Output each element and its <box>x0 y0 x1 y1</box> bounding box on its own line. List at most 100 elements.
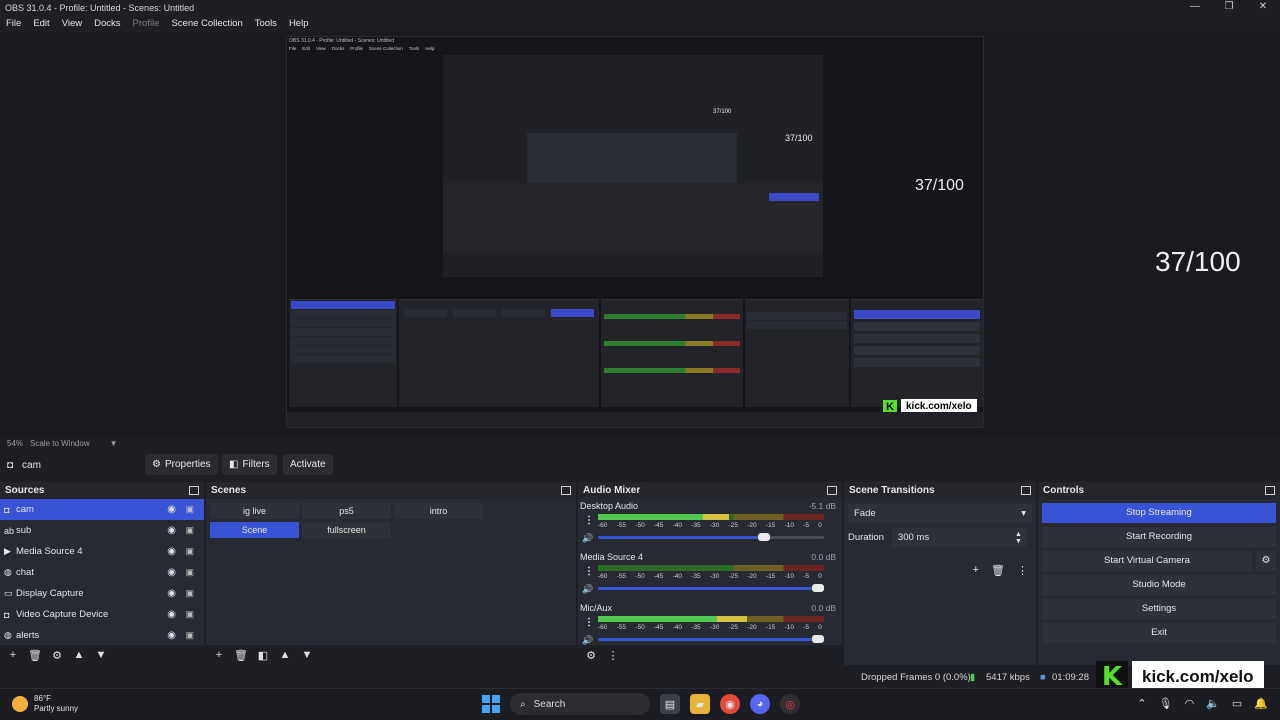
battery-icon[interactable]: ▭ <box>1232 697 1242 710</box>
source-row-alerts[interactable]: ◍ alerts ◉ ▣ <box>0 625 204 646</box>
eye-icon[interactable]: ◉ <box>167 630 176 641</box>
scene-button-fullscreen[interactable]: fullscreen <box>302 522 391 538</box>
filters-button[interactable]: ◧ Filters <box>222 454 277 475</box>
menu-scene-collection[interactable]: Scene Collection <box>165 18 248 29</box>
start-recording-button[interactable]: Start Recording <box>1042 527 1276 547</box>
microphone-icon[interactable]: 🎙 <box>1159 697 1173 710</box>
slider-knob[interactable] <box>812 584 824 592</box>
kebab-menu-icon[interactable]: ⋮ <box>1017 564 1028 577</box>
filter-icon[interactable]: ◧ <box>254 649 272 662</box>
settings-button[interactable]: Settings <box>1042 599 1276 619</box>
wifi-icon[interactable]: ◠ <box>1185 697 1195 710</box>
float-dock-icon[interactable] <box>1021 486 1031 495</box>
source-row-sub[interactable]: ab sub ◉ ▣ <box>0 520 204 541</box>
slider-knob[interactable] <box>812 635 824 643</box>
properties-button[interactable]: ⚙ Properties <box>145 454 218 475</box>
meter-bar <box>598 514 824 520</box>
gear-icon[interactable]: ⚙ <box>582 649 600 662</box>
lock-icon[interactable]: ▣ <box>185 630 194 641</box>
chevron-down-icon[interactable]: ▼ <box>110 439 118 448</box>
float-dock-icon[interactable] <box>189 486 199 495</box>
kebab-menu-icon[interactable]: ⋮ <box>584 617 594 628</box>
add-icon[interactable]: + <box>4 649 22 661</box>
eye-icon[interactable]: ◉ <box>167 588 176 599</box>
weather-widget[interactable]: 86°F Partly sunny <box>12 694 78 714</box>
kebab-menu-icon[interactable]: ⋮ <box>584 566 594 577</box>
scale-mode-dropdown[interactable]: Scale to Window <box>30 439 90 448</box>
add-icon[interactable]: + <box>973 564 979 577</box>
gear-icon[interactable]: ⚙ <box>48 649 66 662</box>
source-row-media-source-4[interactable]: ▶ Media Source 4 ◉ ▣ <box>0 541 204 562</box>
float-dock-icon[interactable] <box>1265 486 1275 495</box>
arrow-down-icon[interactable]: ▼ <box>298 649 316 661</box>
transition-select[interactable]: Fade ▾ <box>848 504 1032 523</box>
eye-icon[interactable]: ◉ <box>167 546 176 557</box>
lock-icon[interactable]: ▣ <box>185 546 194 557</box>
source-row-chat[interactable]: ◍ chat ◉ ▣ <box>0 562 204 583</box>
menu-file[interactable]: File <box>0 18 27 29</box>
exit-button[interactable]: Exit <box>1042 623 1276 643</box>
volume-slider[interactable] <box>598 635 824 643</box>
windows-start-icon[interactable] <box>482 695 500 713</box>
speaker-icon[interactable]: 🔊 <box>582 584 593 595</box>
volume-slider[interactable] <box>598 533 824 541</box>
eye-icon[interactable]: ◉ <box>167 525 176 536</box>
eye-icon[interactable]: ◉ <box>167 567 176 578</box>
taskbar-search[interactable]: ⌕ Search <box>510 693 650 715</box>
source-row-video-capture-device[interactable]: ◘ Video Capture Device ◉ ▣ <box>0 604 204 625</box>
volume-slider[interactable] <box>598 584 824 592</box>
menu-tools[interactable]: Tools <box>249 18 283 29</box>
studio-mode-button[interactable]: Studio Mode <box>1042 575 1276 595</box>
chevron-up-icon[interactable]: ⌃ <box>1137 697 1146 710</box>
notification-bell-icon[interactable]: 🔔 <box>1254 697 1268 710</box>
scene-button-ig-live[interactable]: ig live <box>210 503 299 519</box>
minimize-icon[interactable]: — <box>1178 0 1212 14</box>
gear-icon[interactable]: ⚙ <box>1256 551 1276 571</box>
add-icon[interactable]: + <box>210 649 228 661</box>
discord-icon[interactable]: ◕ <box>750 694 770 714</box>
stop-streaming-button[interactable]: Stop Streaming <box>1042 503 1276 523</box>
menu-view[interactable]: View <box>56 18 88 29</box>
folder-icon[interactable]: ▰ <box>690 694 710 714</box>
chrome-icon[interactable]: ◉ <box>720 694 740 714</box>
kebab-menu-icon[interactable]: ⋮ <box>584 515 594 526</box>
menu-help[interactable]: Help <box>283 18 315 29</box>
eye-icon[interactable]: ◉ <box>167 504 176 515</box>
stepper-icon[interactable]: ▲ ▼ <box>1015 531 1022 545</box>
lock-icon[interactable]: ▣ <box>185 504 194 515</box>
eye-icon[interactable]: ◉ <box>167 609 176 620</box>
menu-profile[interactable]: Profile <box>127 18 166 29</box>
scene-button-scene[interactable]: Scene <box>210 522 299 538</box>
preview-canvas[interactable]: OBS 31.0.4 - Profile: Untitled - Scenes:… <box>286 36 984 428</box>
obs-icon[interactable]: ◎ <box>780 694 800 714</box>
activate-button[interactable]: Activate <box>283 454 333 475</box>
lock-icon[interactable]: ▣ <box>185 588 194 599</box>
trash-icon[interactable]: 🗑 <box>232 649 250 662</box>
menu-docks[interactable]: Docks <box>88 18 126 29</box>
volume-icon[interactable]: 🔈 <box>1206 697 1220 710</box>
float-dock-icon[interactable] <box>561 486 571 495</box>
menu-edit[interactable]: Edit <box>27 18 55 29</box>
scene-button-ps5[interactable]: ps5 <box>302 503 391 519</box>
start-virtual-camera-button[interactable]: Start Virtual Camera <box>1042 551 1252 571</box>
source-row-cam[interactable]: ◘ cam ◉ ▣ <box>0 499 204 520</box>
slider-knob[interactable] <box>757 533 770 541</box>
preview-area[interactable]: OBS 31.0.4 - Profile: Untitled - Scenes:… <box>0 32 1280 436</box>
trash-icon[interactable]: 🗑 <box>991 564 1005 577</box>
kebab-menu-icon[interactable]: ⋮ <box>604 649 622 662</box>
float-dock-icon[interactable] <box>827 486 837 495</box>
app-icon[interactable]: ▤ <box>660 694 680 714</box>
lock-icon[interactable]: ▣ <box>185 525 194 536</box>
lock-icon[interactable]: ▣ <box>185 567 194 578</box>
speaker-icon[interactable]: 🔊 <box>582 533 593 544</box>
arrow-up-icon[interactable]: ▲ <box>276 649 294 661</box>
arrow-down-icon[interactable]: ▼ <box>92 649 110 661</box>
maximize-icon[interactable]: ❐ <box>1212 0 1246 14</box>
scene-button-intro[interactable]: intro <box>394 503 483 519</box>
trash-icon[interactable]: 🗑 <box>26 649 44 662</box>
arrow-up-icon[interactable]: ▲ <box>70 649 88 661</box>
source-row-display-capture[interactable]: ▭ Display Capture ◉ ▣ <box>0 583 204 604</box>
duration-input[interactable]: 300 ms ▲ ▼ <box>891 528 1026 547</box>
close-icon[interactable]: ✕ <box>1246 0 1280 14</box>
lock-icon[interactable]: ▣ <box>185 609 194 620</box>
